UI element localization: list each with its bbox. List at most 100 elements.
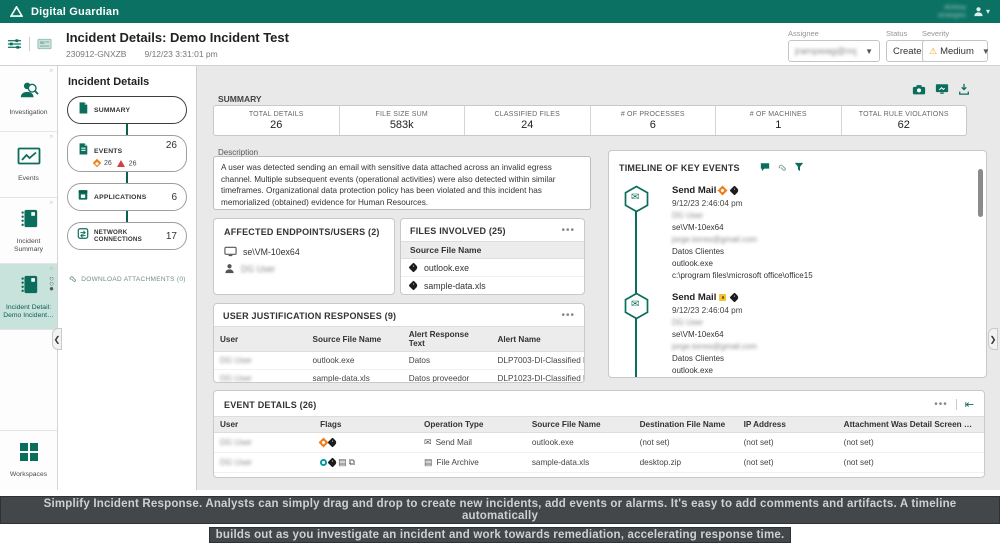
gear-icon[interactable]: ○	[49, 200, 53, 206]
attachment-cell: (not set)	[837, 452, 984, 473]
divider	[955, 399, 957, 410]
summary-stats-bar: TOTAL DETAILS 26 FILE SIZE SUM 583k CLASSI…	[213, 105, 967, 136]
yellow-square-icon	[719, 294, 727, 301]
alert-name-cell: DLP1023-DI-Classified Data...	[491, 369, 584, 382]
summary-stat: TOTAL DETAILS 26	[214, 106, 340, 135]
column-header[interactable]: User	[214, 416, 315, 433]
timeline-event-detail: DG User	[672, 318, 704, 327]
table-row[interactable]: DG User sample-data.xls Datos proveedor …	[214, 369, 584, 382]
severity-select-group: Severity ⚠ Medium ▼	[922, 29, 990, 62]
column-header[interactable]: Operation Type	[418, 416, 526, 433]
column-header[interactable]: IP Address	[737, 416, 838, 433]
investigation-icon	[18, 80, 40, 105]
column-header[interactable]: Alert Response Text	[402, 326, 492, 352]
notebook-icon	[19, 274, 39, 300]
user-avatar-icon[interactable]: ▾	[973, 6, 990, 17]
sidebar-item-incident-detail[interactable]: ○ ○ ○ ● Incident Detail: Demo Incident…	[0, 264, 57, 330]
nav-pill-events[interactable]: EVENTS 26 26 26	[67, 135, 187, 173]
file-row[interactable]: outlook.exe	[401, 259, 584, 277]
black-tag-icon	[408, 280, 419, 291]
table-row[interactable]: DG User ▤ ⧉ ▤ File Archive sample-data.xls…	[214, 452, 984, 473]
gear-icon[interactable]: ○	[49, 134, 53, 140]
more-menu-icon[interactable]: •••	[561, 311, 575, 321]
destination-file-cell: (not set)	[633, 432, 738, 453]
column-header[interactable]: Alert Name	[491, 326, 584, 352]
download-attachments-link[interactable]: DOWNLOAD ATTACHMENTS (0)	[58, 274, 196, 285]
description-textarea[interactable]: A user was detected sending an email wit…	[213, 156, 591, 210]
stat-value: 24	[521, 118, 534, 131]
column-header[interactable]: Source File Name	[525, 416, 634, 433]
orange-diamond-icon	[92, 159, 102, 168]
timeline-event[interactable]: ✉ Send Mail 9/12/23 2:46:04 pm DG User se…	[623, 292, 986, 377]
sidebar-item-incident-summary[interactable]: ○ Incident Summary	[0, 198, 57, 264]
caption-line-2: builds out as you investigate an inciden…	[208, 527, 792, 543]
attachment-cell: (not set)	[837, 432, 984, 453]
drag-dots-icon: ○ ○ ●	[49, 274, 54, 293]
network-icon	[77, 227, 89, 245]
paperclip-icon[interactable]	[777, 159, 787, 177]
timeline-scrollbar[interactable]	[978, 169, 983, 217]
app-window-icon: ❐	[424, 477, 432, 478]
source-file-cell: outlook.exe	[525, 432, 634, 453]
stat-label: FILE SIZE SUM	[375, 110, 428, 118]
timeline-event-time: 9/12/23 2:46:04 pm	[672, 199, 743, 208]
event-details-table: User Flags Operation Type Source File Name D…	[214, 416, 984, 478]
assignee-select[interactable]: jrampwag@mg ▼	[788, 40, 880, 62]
justification-table: User Source File Name Alert Response Text A…	[214, 326, 584, 382]
chevron-down-icon: ▼	[981, 46, 990, 56]
endpoint-row[interactable]: DG User	[214, 260, 394, 277]
chevron-down-icon: ▾	[985, 7, 990, 16]
nav-pill-applications[interactable]: APPLICATIONS 6	[67, 183, 187, 212]
event-alarm-badges: 26 26	[92, 159, 137, 168]
collapse-right-panel-handle[interactable]: ❯	[988, 328, 998, 350]
nav-pill-network-connections[interactable]: NETWORK CONNECTIONS 17	[67, 222, 187, 251]
stat-value: 62	[897, 118, 910, 131]
endpoint-text: DG User	[241, 263, 276, 274]
file-row[interactable]: sample-data.xls	[401, 277, 584, 294]
comment-icon[interactable]	[760, 159, 770, 177]
nav-pill-summary[interactable]: SUMMARY	[67, 96, 187, 124]
endpoint-row[interactable]: se\VM-10ex64	[214, 243, 394, 260]
sidebar-item-investigation[interactable]: ○ Investigation	[0, 66, 57, 132]
black-tag-icon	[327, 437, 338, 448]
files-involved-card: FILES INVOLVED (25) ••• Source File Name…	[400, 218, 585, 295]
stat-label: CLASSIFIED FILES	[494, 110, 560, 118]
timeline-event-detail: DG User	[672, 211, 704, 220]
destination-file-cell: desktop.zip	[633, 452, 738, 473]
column-header[interactable]: User	[214, 326, 307, 352]
events-chart-icon	[17, 147, 41, 171]
table-row[interactable]: DG User ✉ Send Mail outlook.exe (not set)…	[214, 432, 984, 453]
dock-right-icon[interactable]: ⇤	[965, 398, 974, 411]
column-header[interactable]: Source File Name	[306, 326, 403, 352]
column-header[interactable]: Attachment Was Detail Screen …	[837, 416, 984, 433]
card-view-icon[interactable]	[36, 38, 52, 50]
summary-doc-icon	[77, 101, 89, 119]
severity-select[interactable]: ⚠ Medium ▼	[922, 40, 990, 62]
gear-icon[interactable]: ○	[49, 266, 53, 272]
black-tag-icon	[729, 292, 740, 303]
table-row[interactable]: DG User outlook.exe Datos DLP7003-DI-Cla…	[214, 351, 584, 370]
summary-content-area: SUMMARY TOTAL DETAILS 26 FILE SIZE SUM 58…	[197, 66, 1000, 490]
column-header[interactable]: Destination File Name	[633, 416, 738, 433]
ip-cell: (not set)	[737, 472, 838, 477]
more-menu-icon[interactable]: •••	[561, 226, 575, 236]
more-menu-icon[interactable]: •••	[934, 399, 948, 409]
summary-stat: CLASSIFIED FILES 24	[465, 106, 591, 135]
nav-connector	[126, 172, 128, 184]
filters-sliders-icon[interactable]	[7, 38, 22, 50]
timeline-event[interactable]: ✉ Send Mail 9/12/23 2:46:04 pm DG User se…	[623, 185, 986, 282]
column-header[interactable]: Flags	[314, 416, 419, 433]
timeline-event-detail: se\VM-10ex64	[672, 223, 724, 232]
chevron-down-icon: ▼	[865, 46, 873, 56]
screen-share-icon[interactable]	[935, 83, 949, 95]
sidebar-item-events[interactable]: ○ Events	[0, 132, 57, 198]
gear-icon[interactable]: ○	[49, 68, 53, 74]
nav-connector	[126, 211, 128, 223]
download-icon[interactable]	[958, 83, 970, 95]
filter-icon[interactable]	[794, 159, 804, 177]
table-row[interactable]: DG User ❐Application Start (not set) (no…	[214, 472, 984, 478]
camera-icon[interactable]	[912, 84, 926, 95]
summary-section-label: SUMMARY	[218, 94, 262, 104]
sidebar-item-workspaces[interactable]: Workspaces	[0, 430, 57, 490]
collapse-left-panel-handle[interactable]: ❮	[52, 328, 62, 350]
